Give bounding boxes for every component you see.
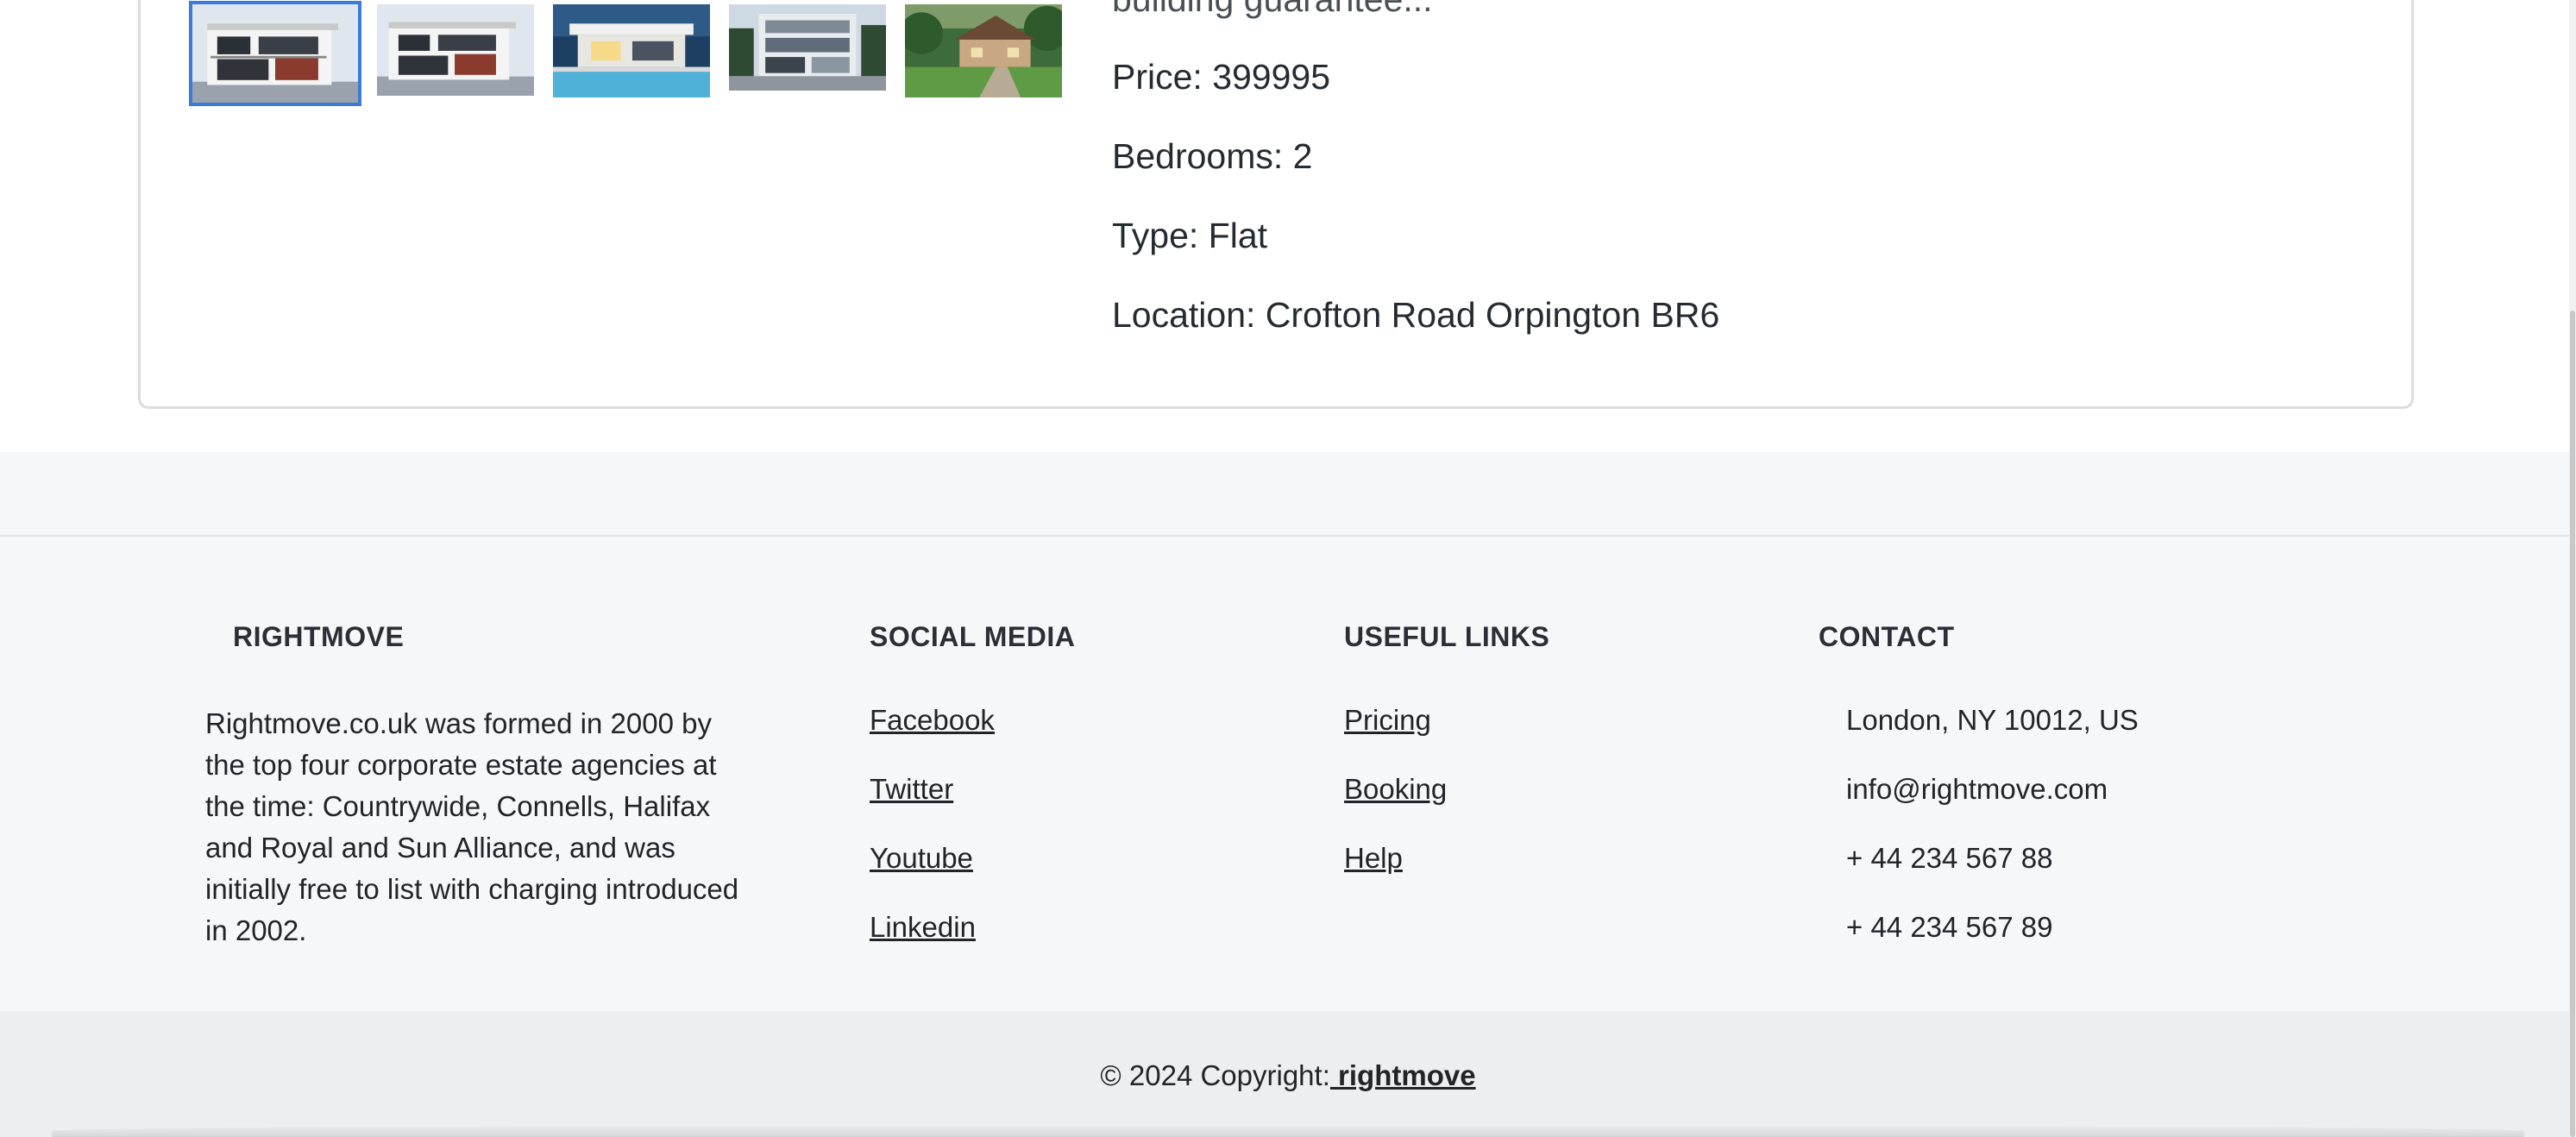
footer-social-title: SOCIAL MEDIA: [870, 621, 1076, 652]
contact-phone-2: + 44 234 567 89: [1846, 911, 2053, 943]
property-type: Type: Flat: [1112, 216, 1268, 255]
twitter-link[interactable]: Twitter: [870, 772, 1075, 841]
copyright-link[interactable]: rightmove: [1330, 1059, 1476, 1091]
house-image: [192, 4, 358, 103]
scrollbar-thumb[interactable]: [2570, 311, 2575, 1137]
property-location: Location: Crofton Road Orpington BR6: [1112, 295, 1720, 335]
bottom-shadow: [52, 1125, 2524, 1137]
footer-useful-links: USEFUL LINKS Pricing Booking Help: [1344, 621, 1549, 910]
copyright-bar: © 2024 Copyright: rightmove: [0, 1011, 2576, 1137]
booking-link[interactable]: Booking: [1344, 772, 1549, 841]
help-link[interactable]: Help: [1344, 841, 1549, 910]
contact-phone-1: + 44 234 567 88: [1846, 842, 2053, 874]
thumbnail-2[interactable]: [374, 1, 537, 99]
linkedin-link[interactable]: Linkedin: [870, 910, 1075, 979]
footer-about-text: Rightmove.co.uk was formed in 2000 by th…: [205, 707, 739, 946]
thumbnail-1[interactable]: [189, 1, 361, 106]
social-links: Facebook Twitter Youtube Linkedin: [870, 703, 1075, 979]
page: building guarantee... Price: 399995 Bedr…: [0, 0, 2576, 1137]
footer-contact: CONTACT London, NY 10012, US info@rightm…: [1819, 621, 2139, 979]
footer-about-title: RIGHTMOVE: [233, 621, 405, 652]
thumbnail-4[interactable]: [726, 1, 889, 94]
useful-links: Pricing Booking Help: [1344, 703, 1549, 910]
contact-address: London, NY 10012, US: [1846, 704, 2139, 736]
contact-email: info@rightmove.com: [1846, 773, 2108, 805]
house-image: [905, 4, 1062, 97]
footer-useful-title: USEFUL LINKS: [1344, 621, 1550, 652]
footer-contact-title: CONTACT: [1819, 621, 1955, 652]
copyright-text: © 2024 Copyright:: [1100, 1059, 1330, 1091]
footer-social: SOCIAL MEDIA Facebook Twitter Youtube Li…: [870, 621, 1075, 979]
footer-about: RIGHTMOVE Rightmove.co.uk was formed in …: [205, 621, 757, 952]
youtube-link[interactable]: Youtube: [870, 841, 1075, 910]
footer-divider: [0, 535, 2576, 537]
house-image: [553, 4, 710, 97]
property-price: Price: 399995: [1112, 57, 1331, 97]
house-image: [377, 4, 534, 96]
copyright-text-wrap: © 2024 Copyright: rightmove: [0, 1059, 2576, 1092]
pricing-link[interactable]: Pricing: [1344, 703, 1549, 772]
scrollbar[interactable]: [2569, 0, 2576, 1137]
thumbnail-3[interactable]: [550, 1, 713, 101]
thumbnail-5[interactable]: [902, 1, 1065, 101]
property-description: building guarantee...: [1112, 0, 1433, 17]
contact-list: London, NY 10012, US info@rightmove.com …: [1819, 703, 2139, 979]
footer: RIGHTMOVE Rightmove.co.uk was formed in …: [0, 452, 2576, 1011]
facebook-link[interactable]: Facebook: [870, 703, 1075, 772]
property-bedrooms: Bedrooms: 2: [1112, 136, 1313, 176]
property-card: building guarantee... Price: 399995 Bedr…: [138, 0, 2414, 409]
house-image: [729, 4, 886, 91]
thumbnail-strip: [189, 1, 1065, 106]
